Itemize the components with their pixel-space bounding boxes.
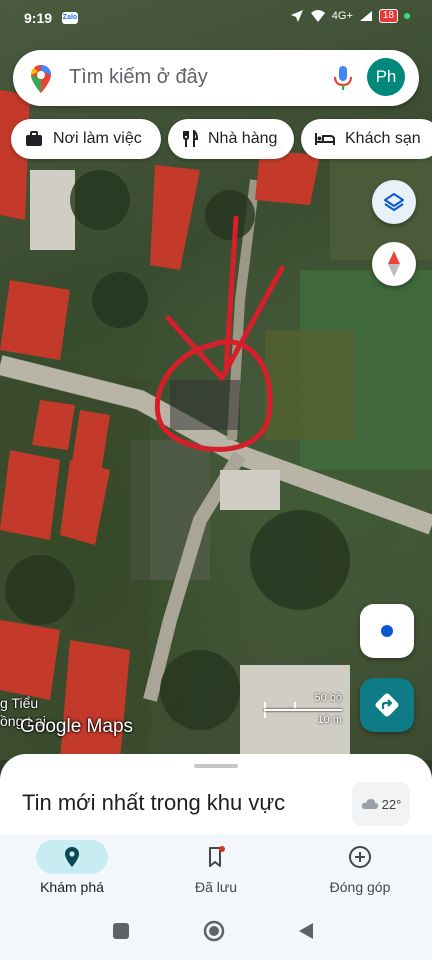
nav-label: Đã lưu bbox=[194, 879, 238, 895]
nav-explore-pill bbox=[36, 840, 108, 874]
compass-icon bbox=[388, 251, 400, 277]
search-input[interactable]: Tìm kiếm ở đây bbox=[69, 66, 208, 89]
google-maps-pin-icon bbox=[30, 64, 52, 99]
layers-icon bbox=[384, 193, 404, 211]
chip-label: Nhà hàng bbox=[208, 130, 278, 147]
notification-dot bbox=[219, 846, 225, 852]
nav-label: Khám phá bbox=[40, 879, 104, 895]
recents-icon[interactable] bbox=[112, 922, 130, 940]
restaurant-icon bbox=[182, 130, 198, 148]
nav-contribute[interactable]: Đóng góp bbox=[288, 834, 432, 906]
category-chips: Nơi làm việc Nhà hàng Khách sạn bbox=[0, 119, 432, 159]
nav-label: Đóng góp bbox=[329, 879, 391, 895]
clock: 9:19 bbox=[24, 10, 53, 26]
system-navigation-bar bbox=[0, 906, 432, 960]
directions-icon bbox=[375, 693, 399, 717]
hotel-icon bbox=[315, 132, 335, 146]
directions-button[interactable] bbox=[360, 678, 414, 732]
nav-saved-pill bbox=[180, 840, 252, 874]
weather-temperature: 22° bbox=[381, 796, 402, 812]
nav-contribute-pill bbox=[324, 840, 396, 874]
sheet-title: Tin mới nhất trong khu vực bbox=[22, 790, 286, 815]
chip-work[interactable]: Nơi làm việc bbox=[11, 119, 161, 159]
privacy-dot bbox=[404, 13, 410, 19]
bottom-navigation: Khám phá Đã lưu Đóng góp bbox=[0, 834, 432, 906]
my-location-button[interactable] bbox=[360, 604, 414, 658]
nav-saved[interactable]: Đã lưu bbox=[144, 834, 288, 906]
microphone-icon[interactable] bbox=[332, 64, 354, 97]
signal-icon bbox=[359, 11, 372, 21]
my-location-icon bbox=[381, 625, 393, 637]
location-pin-icon bbox=[65, 847, 79, 867]
search-bar[interactable]: Tìm kiếm ở đây Ph bbox=[13, 50, 419, 106]
google-maps-logo: Google Maps bbox=[20, 716, 134, 737]
sheet-drag-handle[interactable] bbox=[194, 764, 238, 768]
layers-button[interactable] bbox=[372, 180, 416, 224]
scale-meters: 10 m bbox=[317, 714, 342, 726]
add-circle-icon bbox=[349, 846, 371, 868]
account-avatar[interactable]: Ph bbox=[367, 58, 405, 96]
cloud-icon bbox=[361, 799, 378, 809]
location-arrow-icon bbox=[290, 10, 303, 22]
back-icon[interactable] bbox=[297, 922, 315, 940]
compass-button[interactable] bbox=[372, 242, 416, 286]
network-type: 4G+ bbox=[331, 10, 353, 22]
chip-hotels[interactable]: Khách sạn bbox=[301, 119, 432, 159]
zalo-notification-icon: Zalo bbox=[62, 12, 78, 24]
home-icon[interactable] bbox=[203, 920, 225, 942]
wifi-icon bbox=[310, 10, 325, 22]
briefcase-icon bbox=[25, 131, 43, 147]
chip-label: Nơi làm việc bbox=[53, 130, 142, 147]
weather-chip[interactable]: 22° bbox=[352, 782, 410, 826]
status-bar: 9:19 Zalo 4G+ 18 bbox=[0, 0, 432, 36]
place-label-line1: g Tiểu bbox=[0, 695, 39, 711]
nav-explore[interactable]: Khám phá bbox=[0, 834, 144, 906]
scale-bar: 50 bộ 10 m bbox=[264, 692, 344, 728]
scale-feet: 50 bộ bbox=[314, 692, 342, 704]
battery-icon: 18 bbox=[378, 9, 398, 23]
chip-restaurants[interactable]: Nhà hàng bbox=[168, 119, 294, 159]
chip-label: Khách sạn bbox=[345, 130, 421, 147]
bookmark-icon bbox=[209, 846, 225, 867]
